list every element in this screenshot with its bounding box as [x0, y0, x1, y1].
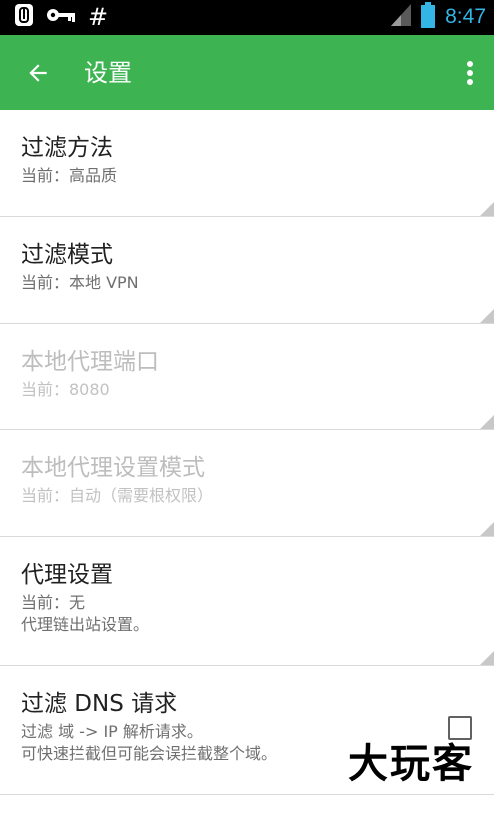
setting-proxy-settings[interactable]: 代理设置 当前：无 代理链出站设置。 — [0, 537, 494, 666]
more-options-button[interactable] — [456, 53, 484, 93]
setting-local-proxy-mode: 本地代理设置模式 当前：自动（需要根权限） — [0, 430, 494, 537]
setting-title: 代理设置 — [21, 562, 113, 588]
setting-title: 本地代理端口 — [21, 349, 159, 375]
dropdown-corner-icon — [480, 522, 494, 536]
more-vert-icon — [467, 61, 473, 85]
page-title: 设置 — [84, 59, 132, 87]
status-bar: # 8:47 — [0, 0, 494, 35]
battery-icon — [421, 2, 436, 32]
watermark-logo: 大玩客 — [348, 741, 474, 787]
setting-title: 本地代理设置模式 — [21, 455, 205, 481]
dropdown-corner-icon — [480, 415, 494, 429]
setting-title: 过滤方法 — [21, 135, 113, 161]
app-toolbar: 设置 — [0, 35, 494, 110]
setting-title: 过滤模式 — [21, 242, 113, 268]
setting-filter-mode[interactable]: 过滤模式 当前：本地 VPN — [0, 217, 494, 324]
setting-summary-secondary: 代理链出站设置。 — [21, 615, 150, 634]
setting-local-proxy-port: 本地代理端口 当前：8080 — [0, 324, 494, 430]
setting-summary: 当前：本地 VPN — [21, 273, 139, 292]
notification-icon — [14, 3, 34, 31]
key-icon — [46, 5, 76, 29]
signal-icon — [391, 4, 412, 30]
hash-icon: # — [88, 3, 109, 31]
setting-summary: 当前：自动（需要根权限） — [21, 486, 214, 505]
dropdown-corner-icon — [480, 651, 494, 665]
status-time: 8:47 — [445, 5, 486, 28]
arrow-back-icon — [29, 64, 47, 82]
setting-filter-method[interactable]: 过滤方法 当前：高品质 — [0, 110, 494, 217]
setting-summary: 当前：高品质 — [21, 166, 118, 185]
setting-summary: 当前：无 — [21, 593, 86, 612]
setting-title: 过滤 DNS 请求 — [21, 691, 178, 717]
status-bar-right: 8:47 — [391, 2, 486, 32]
settings-list: 过滤方法 当前：高品质 过滤模式 当前：本地 VPN 本地代理端口 当前：808… — [0, 110, 494, 795]
back-button[interactable] — [18, 53, 58, 93]
dropdown-corner-icon — [480, 202, 494, 216]
status-bar-left: # — [14, 3, 109, 31]
dropdown-corner-icon — [480, 309, 494, 323]
setting-summary: 当前：8080 — [21, 380, 110, 399]
